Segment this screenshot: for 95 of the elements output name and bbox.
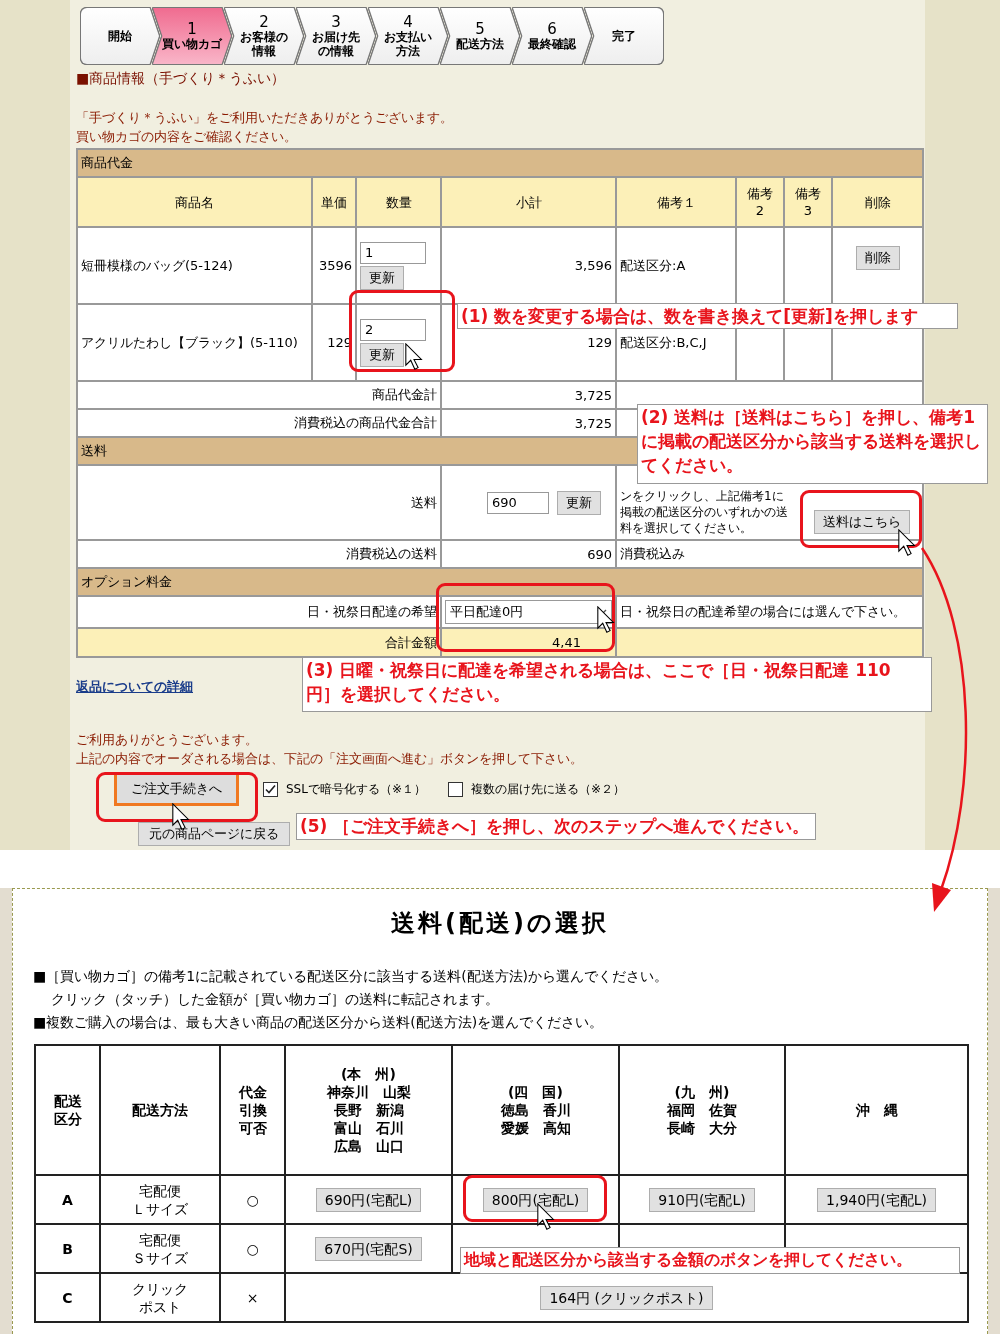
step-tab[interactable]: 1 買い物カゴ	[153, 8, 231, 64]
quantity-field[interactable]: 2	[360, 318, 426, 341]
shipping-fee-field[interactable]: 690	[487, 491, 549, 514]
column-header: (四 国)	[507, 1083, 564, 1101]
section-header: 商品代金	[77, 149, 923, 177]
column-header: 徳島 香川	[499, 1101, 572, 1119]
checkbox-label: SSLで暗号化する（※１）	[286, 780, 426, 798]
table-cell: C	[35, 1273, 100, 1322]
checkbox-label: 複数の届け先に送る（※２）	[471, 780, 626, 798]
callout-text: (1) 数を変更する場合は、数を書き換えて[更新]を押します	[457, 303, 958, 329]
column-header: 小計	[514, 193, 543, 211]
instruction-text: ■［買い物カゴ］の備考1に記載されている配送区分に該当する送料(配送方法)から選んでください。	[33, 967, 670, 986]
update-button[interactable]: 更新	[557, 490, 601, 515]
checkbox[interactable]	[448, 781, 463, 797]
rate-button[interactable]: 800円(宅配L)	[482, 1187, 589, 1212]
callout-text: 地域と配送区分から該当する金額のボタンを押してください。	[460, 1247, 960, 1274]
thanks-text: 上記の内容でオーダされる場合は、下記の「注文画面へ進む」ボタンを押して下さい。	[76, 750, 584, 768]
quantity-field[interactable]: 1	[360, 241, 426, 264]
column-header: 備考１	[655, 193, 697, 211]
table-cell-text: ポスト	[138, 1297, 182, 1316]
step-tab[interactable]: 5 配送方法	[441, 8, 519, 64]
step-tab[interactable]: 6 最終確認	[513, 8, 591, 64]
cursor-icon	[898, 529, 916, 557]
column-header: 2	[754, 202, 766, 219]
step-tab[interactable]: 開始	[81, 8, 159, 64]
step-tab[interactable]: 4 お支払い 方法	[369, 8, 447, 64]
table-cell-text: Ｌサイズ	[131, 1199, 189, 1218]
table-cell-text: 宅配便	[138, 1181, 182, 1200]
table-cell: アクリルたわし【ブラック】(5-110)	[77, 304, 312, 381]
column-header: 区分	[52, 1110, 83, 1128]
column-header: (九 州)	[673, 1083, 731, 1101]
update-button[interactable]: 更新	[360, 265, 404, 290]
callout-text: (3) 日曜・祝祭日に配達を希望される場合は、ここで［日・祝祭日配達 110 円］を選択してください。	[302, 657, 932, 712]
table-cell: 4,41	[552, 635, 581, 650]
column-header: 削除	[863, 193, 892, 211]
table-cell: ×	[220, 1273, 285, 1322]
table-cell: 送料	[77, 465, 441, 540]
column-header: 3	[802, 202, 814, 219]
rate-button[interactable]: 910円(宅配L)	[649, 1187, 755, 1212]
instruction-text: ■複数ご購入の場合は、最も大きい商品の配送区分から送料(配送方法)を選んでください。	[33, 1013, 605, 1032]
table-cell: B	[35, 1224, 100, 1273]
cursor-icon	[405, 343, 423, 371]
table-cell-text: クリック	[131, 1279, 189, 1298]
column-header: 長野 新潟	[332, 1101, 405, 1119]
step-tab[interactable]: 2 お客様の 情報	[225, 8, 303, 64]
intro-text: 買い物カゴの内容をご確認ください。	[76, 128, 298, 146]
rate-button[interactable]: 1,940円(宅配L)	[817, 1187, 936, 1212]
column-header: 長崎 大分	[666, 1119, 738, 1137]
delete-button[interactable]: 削除	[855, 246, 900, 270]
column-header: 商品名	[174, 193, 215, 211]
intro-text: 「手づくり＊うふい」をご利用いただきありがとうございます。	[76, 109, 454, 127]
column-header: 引換	[237, 1101, 268, 1119]
column-header: 備考	[794, 185, 822, 202]
table-cell: 短冊模様のバッグ(5-124)	[77, 227, 312, 304]
callout-text: (5) ［ご注文手続きへ］を押し、次のステップへ進んでください。	[296, 813, 816, 840]
table-cell-text: 宅配便	[138, 1230, 182, 1249]
column-header: 代金	[237, 1083, 268, 1101]
column-header: 愛媛 高知	[499, 1119, 572, 1137]
table-cell-text: Ｓサイズ	[131, 1248, 189, 1267]
shipping-rate-button[interactable]: 送料はこちら	[814, 510, 910, 534]
step-tab[interactable]: 完了	[585, 8, 663, 64]
table-cell: ○	[220, 1224, 285, 1273]
table-cell: A	[35, 1175, 100, 1224]
cursor-icon	[597, 606, 615, 634]
column-header: 可否	[237, 1119, 268, 1137]
note-text: ンをクリックし、上記備考1に掲載の配送区分のいずれかの送料を選択してください。	[620, 488, 789, 536]
column-header: 備考	[746, 185, 774, 202]
rate-button[interactable]: 164円 (クリックポスト)	[540, 1285, 713, 1310]
table-cell: 3,725	[441, 381, 616, 409]
column-header: 配送	[52, 1092, 83, 1110]
callout-text: (2) 送料は［送料はこちら］を押し、備考1に掲載の配送区分から該当する送料を選択してください。	[637, 404, 988, 484]
update-button[interactable]: 更新	[360, 342, 404, 367]
section-title: ■商品情報（手づくり＊うふい）	[76, 70, 287, 88]
instruction-text: クリック（タッチ）した金額が［買い物カゴ］の送料に転記されます。	[50, 990, 500, 1009]
column-header: 単価	[320, 193, 348, 211]
column-header: 福岡 佐賀	[665, 1101, 738, 1119]
table-cell: 3596	[312, 227, 356, 304]
return-policy-link[interactable]: 返品についての詳細	[76, 678, 193, 696]
table-cell: ○	[220, 1175, 285, 1224]
checkbox[interactable]	[263, 781, 278, 797]
column-header: 神奈川 山梨	[325, 1083, 412, 1101]
column-header: 広島 山口	[332, 1137, 405, 1155]
rate-button[interactable]: 670円(宅配S)	[315, 1236, 422, 1261]
thanks-text: ご利用ありがとうございます。	[76, 731, 259, 749]
step-tab[interactable]: 3 お届け先 の情報	[297, 8, 375, 64]
column-header: 配送方法	[131, 1101, 189, 1119]
table-cell: 商品代金計	[77, 381, 441, 409]
rate-button[interactable]: 690円(宅配L)	[315, 1187, 422, 1212]
section-header: オプション料金	[77, 568, 923, 596]
column-header: 沖 縄	[854, 1101, 899, 1119]
panel-title: 送料(配送)の選択	[390, 908, 610, 939]
back-button[interactable]: 元の商品ページに戻る	[138, 822, 290, 846]
column-header: 富山 石川	[332, 1119, 405, 1137]
column-header: (本 州)	[340, 1065, 397, 1083]
column-header: 数量	[384, 193, 413, 211]
